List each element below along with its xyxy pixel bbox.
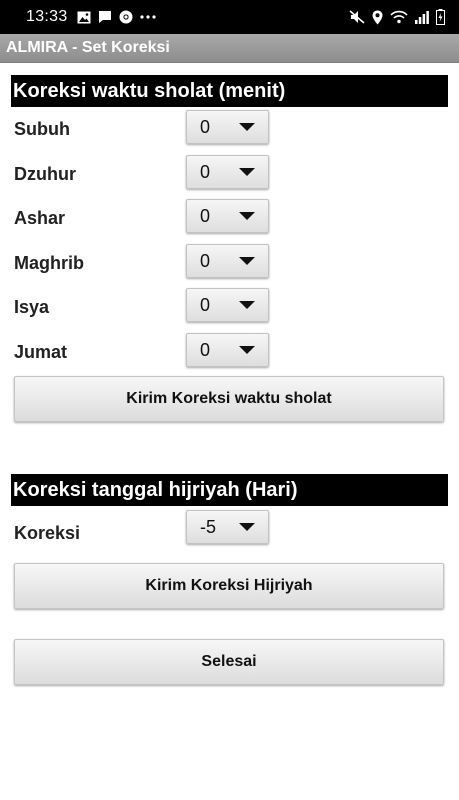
app-title-bar: ALMIRA - Set Koreksi [0,34,459,63]
dropdown-subuh[interactable]: 0 [186,110,269,144]
battery-icon [436,9,445,25]
status-time: 13:33 [26,8,68,25]
dropdown-hijri-correction[interactable]: -5 [186,510,269,544]
label-jumat: Jumat [14,342,68,362]
caret-down-icon [239,346,255,354]
done-button[interactable]: Selesai [14,639,444,685]
dropdown-maghrib[interactable]: 0 [186,244,269,278]
hijri-section-header: Koreksi tanggal hijriyah (Hari) [11,474,448,506]
caret-down-icon [239,123,255,131]
label-koreksi: Koreksi [14,523,81,543]
app-title: ALMIRA - Set Koreksi [6,39,170,56]
message-icon [98,10,112,24]
label-maghrib: Maghrib [14,253,84,273]
label-ashar: Ashar [14,208,66,228]
done-label: Selesai [201,653,257,670]
dropdown-isya[interactable]: 0 [186,288,269,322]
caret-down-icon [239,168,255,176]
dropdown-value: 0 [200,339,211,360]
dropdown-value: 0 [200,161,211,182]
submit-hijri-correction-button[interactable]: Kirim Koreksi Hijriyah [14,563,444,609]
wifi-icon [390,10,408,24]
dropdown-value: 0 [200,294,211,315]
submit-hijri-correction-label: Kirim Koreksi Hijriyah [145,577,313,594]
mute-icon [349,10,365,24]
label-subuh: Subuh [14,119,70,139]
submit-prayer-correction-button[interactable]: Kirim Koreksi waktu sholat [14,376,444,422]
label-isya: Isya [14,297,50,317]
dropdown-ashar[interactable]: 0 [186,199,269,233]
location-icon [372,10,383,25]
label-dzuhur: Dzuhur [14,164,76,184]
image-icon [77,11,91,24]
caret-down-icon [239,301,255,309]
caret-down-icon [239,257,255,265]
caret-down-icon [239,523,255,531]
more-icon [139,15,156,19]
submit-prayer-correction-label: Kirim Koreksi waktu sholat [126,390,332,407]
dropdown-value: 0 [200,116,211,137]
status-bar: 13:33 [0,0,459,34]
prayer-section-title: Koreksi waktu sholat (menit) [13,79,286,102]
signal-icon [415,10,429,24]
dropdown-dzuhur[interactable]: 0 [186,155,269,189]
caret-down-icon [239,212,255,220]
dropdown-value: -5 [200,516,217,537]
hijri-section-title: Koreksi tanggal hijriyah (Hari) [13,478,298,501]
dropdown-value: 0 [200,250,211,271]
prayer-section-header: Koreksi waktu sholat (menit) [11,75,448,107]
chrome-icon [119,10,133,24]
dropdown-jumat[interactable]: 0 [186,333,269,367]
dropdown-value: 0 [200,205,211,226]
